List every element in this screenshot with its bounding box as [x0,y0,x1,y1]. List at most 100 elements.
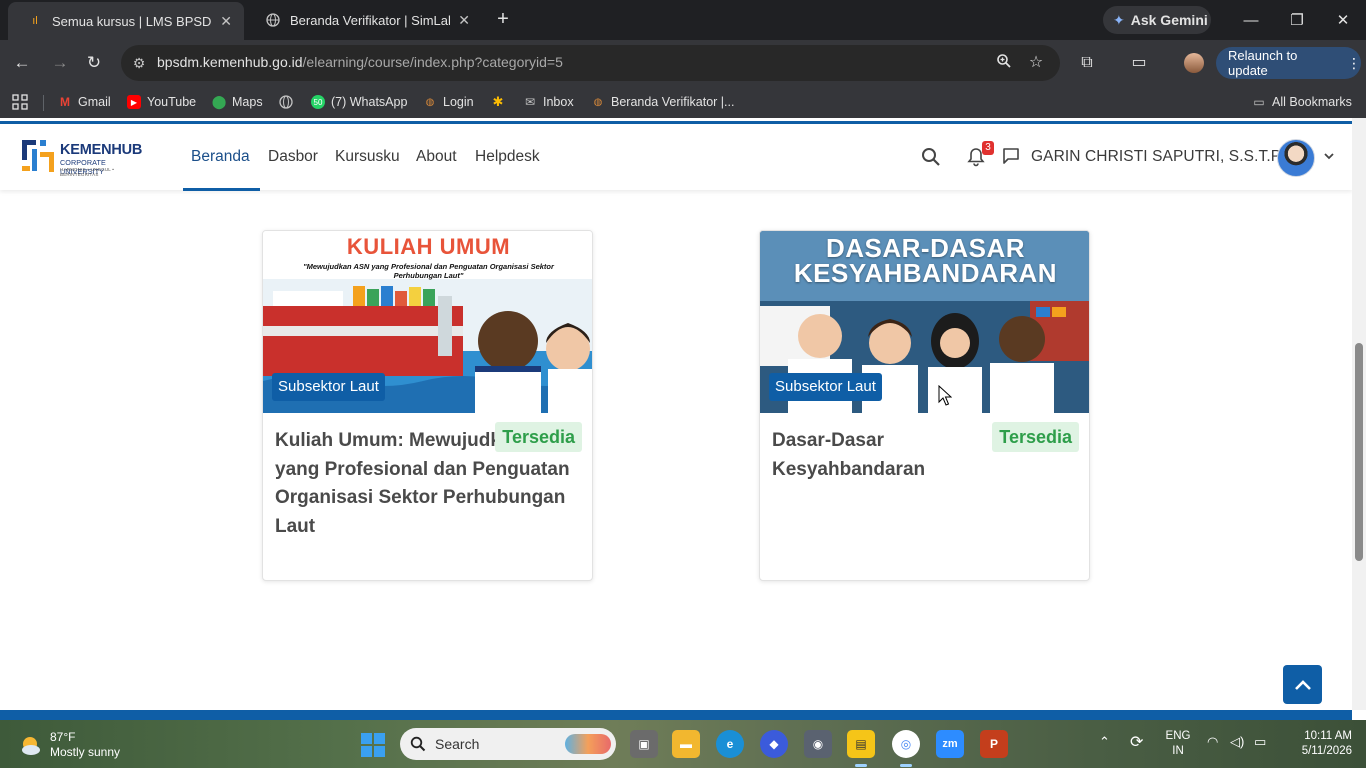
battery-icon[interactable]: ▭ [1254,734,1266,750]
partly-sunny-icon [22,737,40,755]
bookmark-inbox[interactable]: ✉ Inbox [523,92,574,112]
chrome-icon[interactable]: ◎ [892,730,920,758]
nav-about[interactable]: About [416,148,457,166]
browser-toolbar: ← → ↻ ⚙ bpsdm.kemenhub.go.id/elearning/c… [0,40,1366,86]
zoom-icon[interactable] [994,53,1014,73]
close-tab-icon[interactable]: ✕ [220,13,232,30]
reload-icon[interactable]: ↻ [80,49,108,77]
restore-icon[interactable]: ❐ [1274,0,1320,40]
scrollbar-thumb[interactable] [1355,343,1363,561]
bookmark-label: Maps [232,95,263,109]
kemenhub-logo[interactable]: KEMENHUB CORPORATE UNIVERSITY HARMONIS •… [22,140,150,177]
new-tab-icon[interactable]: + [492,8,514,30]
bookmark-photos[interactable]: ✱ [491,92,511,112]
chevron-up-icon [1294,679,1311,690]
course-image[interactable]: DASAR-DASAR KESYAHBANDARAN Subsektor Lau… [760,231,1089,413]
copilot-icon[interactable]: ◆ [760,730,788,758]
course-card[interactable]: DASAR-DASAR KESYAHBANDARAN Subsektor Lau… [759,230,1090,581]
availability-badge: Tersedia [495,422,582,452]
weather-condition: Mostly sunny [50,745,121,759]
bookmark-verifikator[interactable]: ◍ Beranda Verifikator |... [591,92,735,112]
url-text[interactable]: bpsdm.kemenhub.go.id/elearning/course/in… [157,54,563,70]
tab-title: Beranda Verifikator | SimLala [290,12,451,28]
taskbar-search[interactable]: Search [400,728,616,760]
window-close-icon[interactable]: ✕ [1320,0,1366,40]
task-view-icon[interactable]: ▣ [630,730,658,758]
bookmark-label: Gmail [78,95,111,109]
maps-pin-icon: ⬤ [211,94,227,109]
bookmark-gmail[interactable]: M Gmail [58,92,111,112]
camera-icon[interactable]: ◉ [804,730,832,758]
close-tab-icon[interactable]: ✕ [458,12,470,29]
forward-icon[interactable]: → [46,49,74,77]
windows-taskbar: 87°F Mostly sunny Search ▣ ▬ e ◆ ◉ ▤ ◎ z… [0,720,1366,768]
bookmarks-bar: M Gmail ▶ YouTube ⬤ Maps 50 (7) WhatsApp ◍ Lo… [0,86,1366,118]
sync-icon[interactable]: ⟳ [1130,732,1143,752]
nav-beranda[interactable]: Beranda [191,148,250,166]
powerpoint-icon[interactable]: P [980,730,1008,758]
bookmark-maps[interactable]: ⬤ Maps [212,92,263,112]
active-app-indicator [900,764,912,767]
nav-helpdesk[interactable]: Helpdesk [475,148,540,166]
kemenhub-mark-icon [22,140,54,172]
category-badge[interactable]: Subsektor Laut [272,373,385,401]
footer-strip [0,710,1352,720]
active-app-indicator [855,764,867,767]
user-avatar[interactable] [1277,139,1315,177]
search-icon [410,736,426,752]
apps-grid-icon[interactable] [12,92,28,112]
back-to-top-button[interactable] [1283,665,1322,704]
mouse-cursor-icon [938,385,952,406]
course-title-text: Dasar-Dasar Kesyahbandaran [772,430,926,480]
search-icon[interactable] [920,146,942,168]
bookmark-youtube[interactable]: ▶ YouTube [127,92,196,112]
bookmark-star-icon[interactable]: ☆ [1026,53,1046,73]
globe-icon [279,95,293,109]
bookmark-label: Login [443,95,474,109]
message-chat-icon[interactable] [1001,146,1021,166]
site-info-icon[interactable]: ⚙ [129,53,149,73]
browser-tab-bar: ıl Semua kursus | LMS BPSDMP ✕ Beranda V… [0,0,1366,40]
volume-icon[interactable]: ◁) [1230,734,1244,750]
relaunch-button[interactable]: Relaunch to update ⋮ [1216,47,1361,79]
bookmark-label: Beranda Verifikator |... [611,95,735,109]
language-indicator[interactable]: ENG IN [1164,729,1192,759]
site-navbar: KEMENHUB CORPORATE UNIVERSITY HARMONIS •… [0,124,1352,191]
zoom-app-icon[interactable]: zm [936,730,964,758]
profile-avatar[interactable] [1184,53,1204,73]
tab-simlala[interactable]: Beranda Verifikator | SimLala ✕ [246,0,482,40]
back-icon[interactable]: ← [8,49,36,77]
image-title-line2: KESYAHBANDARAN [793,258,1058,288]
edge-browser-icon[interactable]: e [716,730,744,758]
bookmark-whatsapp[interactable]: 50 (7) WhatsApp [311,92,407,112]
menu-dots-icon[interactable]: ⋮ [1347,55,1361,72]
wifi-icon[interactable]: ◠ [1207,734,1218,750]
chevron-down-icon[interactable] [1322,149,1336,163]
nav-dasbor[interactable]: Dasbor [268,148,318,166]
cast-icon[interactable]: ▭ [1128,52,1150,74]
tray-overflow-chevron-icon[interactable]: ⌃ [1099,734,1110,750]
file-explorer-icon[interactable]: ▬ [672,730,700,758]
user-name[interactable]: GARIN CHRISTI SAPUTRI, S.S.T.Pel [1031,148,1293,166]
weather-widget[interactable]: 87°F Mostly sunny [18,728,148,760]
tab-title: Semua kursus | LMS BPSDMP [52,13,212,29]
course-card[interactable]: KULIAH UMUM "Mewujudkan ASN yang Profesi… [262,230,593,581]
course-image[interactable]: KULIAH UMUM "Mewujudkan ASN yang Profesi… [263,231,592,413]
image-title: KULIAH UMUM [346,234,511,259]
nav-kursusku[interactable]: Kursusku [335,148,400,166]
all-bookmarks[interactable]: ▭ All Bookmarks [1252,92,1352,112]
bookmark-globe[interactable] [279,92,299,112]
course-title[interactable]: Dasar-Dasar Kesyahbandaran [772,427,972,484]
address-bar[interactable]: ⚙ bpsdm.kemenhub.go.id/elearning/course/… [121,45,1060,81]
minimize-icon[interactable]: — [1228,0,1274,40]
windows-start-icon[interactable] [361,733,385,757]
extensions-icon[interactable]: ⧉ [1076,52,1098,74]
tab-lms[interactable]: ıl Semua kursus | LMS BPSDMP ✕ [8,2,244,40]
logo-name: KEMENHUB [60,142,143,158]
system-clock[interactable]: 10:11 AM 5/11/2026 [1282,729,1352,759]
bookmark-login[interactable]: ◍ Login [423,92,474,112]
category-badge[interactable]: Subsektor Laut [769,373,882,401]
page-scrollbar[interactable] [1352,118,1366,710]
ask-gemini-button[interactable]: ✦ Ask Gemini [1103,6,1211,34]
sticky-notes-icon[interactable]: ▤ [847,730,875,758]
